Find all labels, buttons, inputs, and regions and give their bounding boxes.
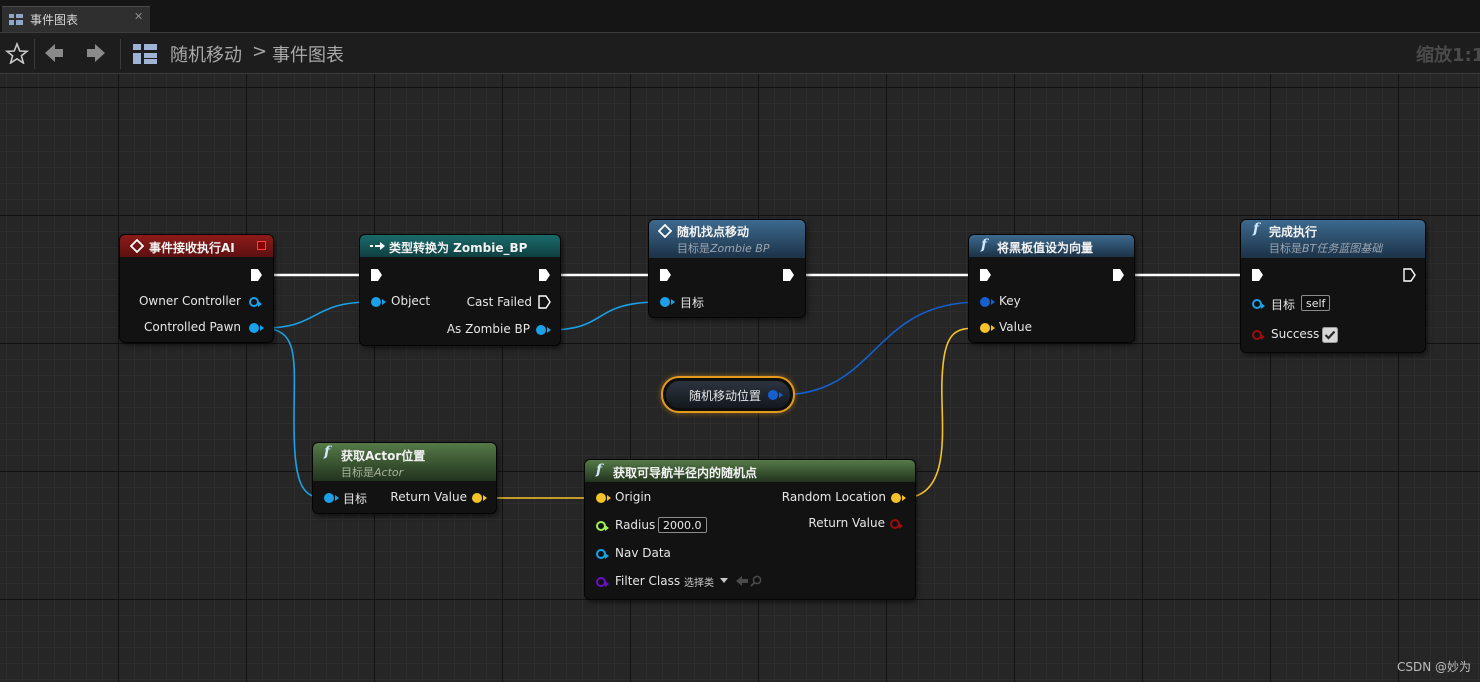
node-title: 将黑板值设为向量 (997, 241, 1094, 255)
set-blackboard-value-as-vector-node[interactable]: f 将黑板值设为向量 Key Value (969, 235, 1134, 342)
event-diamond-icon (130, 239, 144, 253)
controlled-pawn-pin[interactable] (249, 323, 264, 333)
node-subtitle: 目标是Zombie BP (677, 242, 770, 255)
cast-arrow-icon (370, 242, 385, 250)
delegate-pin-icon[interactable] (257, 241, 266, 250)
radius-input-pin[interactable] (596, 521, 609, 531)
pin-label-origin: Origin (615, 490, 652, 504)
key-input-pin[interactable] (980, 297, 995, 307)
variable-label: 随机移动位置 (689, 389, 762, 403)
as-zombie-bp-pin[interactable] (536, 325, 551, 335)
variable-output-pin[interactable] (768, 390, 783, 400)
node-title: 获取可导航半径内的随机点 (613, 466, 758, 480)
exec-output-pin[interactable] (781, 268, 795, 282)
target-input-pin[interactable] (324, 493, 339, 503)
function-f-icon: f (981, 237, 988, 253)
object-wire (263, 301, 372, 329)
pin-label-return-value: Return Value (390, 490, 467, 504)
arrow-left-icon[interactable] (736, 576, 748, 586)
pin-label-radius: Radius (615, 518, 656, 532)
pin-label-as-zombie-bp: As Zombie BP (446, 322, 530, 336)
filter-class-select[interactable]: 选择类 (684, 574, 714, 589)
pin-label-owner-controller: Owner Controller (138, 294, 241, 308)
radius-value-field[interactable]: 2000.0 (658, 517, 707, 533)
search-icon[interactable] (750, 575, 762, 587)
pin-label-controlled-pawn: Controlled Pawn (144, 320, 241, 334)
function-f-icon: f (324, 444, 331, 460)
exec-input-pin[interactable] (978, 268, 992, 282)
exec-input-pin[interactable] (1250, 268, 1264, 282)
node-title: 获取Actor位置 (341, 449, 426, 463)
key-wire (778, 301, 981, 396)
return-value-bool-pin[interactable] (890, 519, 903, 529)
exec-output-pin[interactable] (1402, 268, 1416, 282)
node-subtitle: 目标是Actor (341, 466, 404, 479)
exec-output-pin[interactable] (249, 268, 263, 282)
origin-input-pin[interactable] (596, 493, 611, 503)
node-subtitle: 目标是BT任务蓝图基础 (1269, 242, 1383, 255)
pin-label-filter-class: Filter Class (615, 574, 681, 588)
pin-label-success: Success (1271, 327, 1320, 341)
pin-label-object: Object (391, 294, 431, 308)
pin-label-return-value: Return Value (808, 516, 885, 530)
random-location-pin[interactable] (891, 493, 906, 503)
event-diamond-icon (658, 224, 672, 238)
object-input-pin[interactable] (371, 297, 386, 307)
variable-random-move-location[interactable]: 随机移动位置 (661, 376, 795, 413)
pin-label-value: Value (999, 320, 1032, 334)
pin-label-nav-data: Nav Data (615, 546, 671, 560)
owner-controller-pin[interactable] (249, 297, 262, 307)
node-title: 随机找点移动 (677, 225, 750, 239)
pin-label-target: 目标 (1271, 298, 1296, 312)
exec-input-pin[interactable] (369, 268, 383, 282)
exec-output-pin[interactable] (537, 268, 551, 282)
pin-label-random-location: Random Location (781, 490, 886, 504)
target-input-pin[interactable] (660, 297, 675, 307)
finish-execute-node[interactable]: f 完成执行 目标是BT任务蓝图基础 目标 self Success (1241, 220, 1425, 352)
pin-label-cast-failed: Cast Failed (466, 295, 532, 309)
pin-label-target: 目标 (343, 492, 368, 506)
filter-class-input-pin[interactable] (596, 577, 609, 587)
success-checkbox[interactable] (1322, 327, 1338, 343)
exec-output-pin[interactable] (1111, 268, 1125, 282)
node-title: 完成执行 (1269, 225, 1318, 239)
target-input-pin[interactable] (1252, 299, 1265, 309)
exec-input-pin[interactable] (658, 268, 672, 282)
watermark: CSDN @妙为 (1397, 660, 1472, 674)
value-input-pin[interactable] (980, 323, 995, 333)
return-value-pin[interactable] (472, 493, 487, 503)
target-self-field[interactable]: self (1301, 295, 1331, 311)
chevron-down-icon[interactable] (720, 578, 728, 584)
success-input-pin[interactable] (1252, 330, 1265, 340)
random-move-node[interactable]: 随机找点移动 目标是Zombie BP 目标 (649, 220, 805, 317)
object-wire (547, 301, 661, 331)
node-title: 类型转换为 Zombie_BP (389, 241, 528, 255)
event-receive-execute-ai-node[interactable]: 事件接收执行AI Owner Controller Controlled Paw… (120, 235, 273, 342)
cast-failed-exec-pin[interactable] (537, 295, 551, 309)
get-random-point-in-navigable-radius-node[interactable]: f 获取可导航半径内的随机点 Origin Random Location Ra… (585, 460, 915, 599)
get-actor-location-node[interactable]: f 获取Actor位置 目标是Actor 目标 Return Value (313, 443, 496, 513)
cast-to-zombie-bp-node[interactable]: 类型转换为 Zombie_BP Object Cast Failed As Zo… (360, 235, 560, 345)
function-f-icon: f (1253, 221, 1260, 237)
pin-label-target: 目标 (680, 296, 705, 310)
pin-label-key: Key (999, 294, 1021, 308)
nav-data-input-pin[interactable] (596, 549, 609, 559)
function-f-icon: f (596, 462, 603, 478)
node-title: 事件接收执行AI (149, 241, 235, 255)
